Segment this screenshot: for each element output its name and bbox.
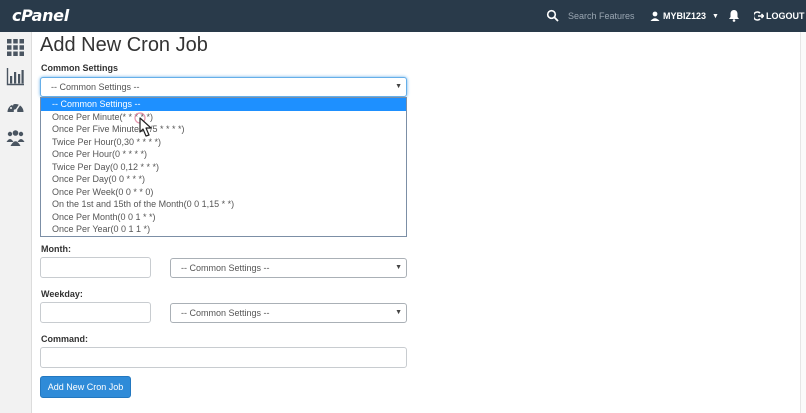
month-select-value: -- Common Settings -- [181,263,270,273]
chevron-down-icon: ▼ [712,12,719,20]
search-input[interactable]: Search Features [568,11,635,21]
weekday-label: Weekday: [41,289,83,299]
logout-label: LOGOUT [766,11,805,21]
hand-pointer-icon [134,112,152,137]
dropdown-option[interactable]: Once Per Five Minutes(*/5 * * * *) [41,123,406,136]
bell-icon[interactable] [728,9,740,22]
chevron-down-icon: ▼ [395,83,402,90]
dropdown-option[interactable]: On the 1st and 15th of the Month(0 0 1,1… [41,198,406,211]
common-settings-dropdown-list: -- Common Settings -- Once Per Minute(* … [40,97,407,237]
weekday-input[interactable] [40,302,151,323]
search-features[interactable]: Search Features [546,0,635,32]
dropdown-option[interactable]: Once Per Week(0 0 * * 0) [41,186,406,199]
cpanel-logo[interactable]: cPanel [12,6,69,25]
dashboard-icon[interactable] [6,98,25,117]
logout-link[interactable]: LOGOUT [754,0,805,32]
dropdown-option[interactable]: -- Common Settings -- [41,98,406,111]
dropdown-option[interactable]: Once Per Day(0 0 * * *) [41,173,406,186]
weekday-select-value: -- Common Settings -- [181,308,270,318]
username-label: MYBIZ123 [663,11,707,21]
logout-icon [754,11,764,21]
command-input[interactable] [40,347,407,368]
search-icon [546,9,559,22]
users-icon[interactable] [6,128,25,147]
scrollbar[interactable] [800,32,806,413]
common-settings-select[interactable]: -- Common Settings -- ▼ [40,77,407,97]
common-settings-select-value: -- Common Settings -- [51,82,140,92]
chevron-down-icon: ▼ [395,264,402,271]
user-menu[interactable]: MYBIZ123 ▼ [650,0,719,32]
user-icon [650,11,660,21]
weekday-select[interactable]: -- Common Settings -- ▼ [170,303,407,323]
chevron-down-icon: ▼ [395,309,402,316]
month-select[interactable]: -- Common Settings -- ▼ [170,258,407,278]
dropdown-option[interactable]: Twice Per Day(0 0,12 * * *) [41,161,406,174]
dropdown-option[interactable]: Once Per Hour(0 * * * *) [41,148,406,161]
dropdown-option[interactable]: Once Per Year(0 0 1 1 *) [41,223,406,236]
common-settings-label: Common Settings [41,63,119,73]
page-title: Add New Cron Job [40,34,208,56]
month-input[interactable] [40,257,151,278]
grid-icon[interactable] [6,38,25,57]
dropdown-option[interactable]: Twice Per Hour(0,30 * * * *) [41,136,406,149]
month-label: Month: [41,244,71,254]
add-cron-job-button[interactable]: Add New Cron Job [40,376,131,398]
sidebar [0,32,32,413]
top-bar: cPanel Search Features MYBIZ123 ▼ LOGOUT [0,0,806,32]
command-label: Command: [41,334,88,344]
dropdown-option[interactable]: Once Per Minute(* * * * *) [41,111,406,124]
stats-icon[interactable] [6,67,25,86]
dropdown-option[interactable]: Once Per Month(0 0 1 * *) [41,211,406,224]
